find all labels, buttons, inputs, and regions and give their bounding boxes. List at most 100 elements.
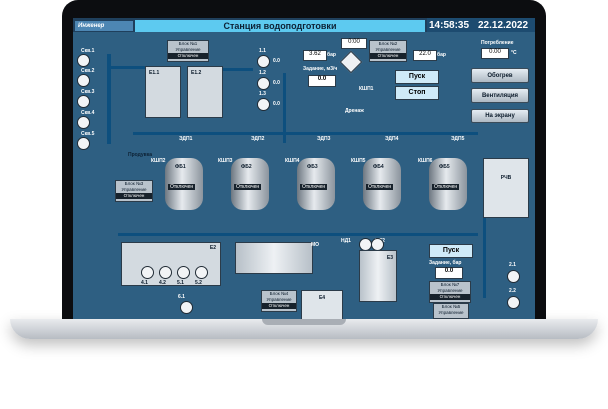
lower-setpoint-label: Задание, бар bbox=[429, 260, 462, 266]
start-button[interactable]: Пуск bbox=[395, 70, 439, 84]
pipe-lower-header bbox=[118, 233, 478, 236]
filter-e12[interactable]: Е1.2 bbox=[187, 66, 223, 118]
block5-mode: Управление bbox=[438, 310, 464, 315]
unit-e2[interactable]: Е2 bbox=[121, 242, 221, 286]
block2-info[interactable]: Блок №2 Управление Отключен bbox=[369, 40, 407, 62]
pump-5-1-label: 5.1 bbox=[177, 280, 184, 286]
pump-1-2-label: 1.2 bbox=[259, 70, 266, 76]
valve-kshp2-label: КШП2 bbox=[151, 158, 166, 164]
valve-edp3-label: ЭДП3 bbox=[317, 136, 331, 142]
to-screen-button[interactable]: На экрану bbox=[471, 109, 529, 123]
block7-info[interactable]: Блок №7 Управление Отключен bbox=[429, 281, 471, 303]
pump-4-2-icon[interactable] bbox=[159, 266, 172, 279]
lower-start-button[interactable]: Пуск bbox=[429, 244, 473, 258]
block3-info[interactable]: Блок №3 Управление Отключен bbox=[115, 180, 153, 202]
pipe-tank-header bbox=[133, 132, 478, 135]
membrane-unit-label: МО bbox=[311, 242, 320, 248]
pump-1-1-label: 1.1 bbox=[259, 48, 266, 54]
block1-info[interactable]: Блок №1 Управление Отключен bbox=[167, 40, 209, 62]
tank-fb5-state: Отключен bbox=[432, 184, 460, 190]
pump-5-1-icon[interactable] bbox=[177, 266, 190, 279]
page-title: Станция водоподготовки bbox=[223, 21, 337, 31]
valve-kshp3-label: КШП3 bbox=[218, 158, 233, 164]
valve-edp4-label: ЭДП4 bbox=[385, 136, 399, 142]
tank-rchv-label: РЧВ bbox=[500, 175, 512, 181]
pump-2-2-label: 2.2 bbox=[509, 288, 516, 294]
setpoint-label: Задание, м3/ч bbox=[303, 66, 338, 72]
block4-info[interactable]: Блок №4 Управление Отключен bbox=[261, 290, 297, 312]
pump-1-2-value: 0.0 bbox=[273, 80, 280, 86]
pump-1-3-icon[interactable] bbox=[257, 98, 270, 111]
well-pump-icon[interactable] bbox=[77, 137, 90, 150]
pump-6-1-icon[interactable] bbox=[180, 301, 193, 314]
tank-e3-label: Е3 bbox=[386, 255, 393, 261]
pump-4-1-icon[interactable] bbox=[141, 266, 154, 279]
tank-fb3-state: Отключен bbox=[300, 184, 328, 190]
block1-state: Отключен bbox=[168, 53, 208, 59]
pressure2-unit: бар bbox=[437, 52, 446, 58]
well-pump-icon[interactable] bbox=[77, 116, 90, 129]
block7-state: Отключен bbox=[430, 294, 470, 300]
pump-2-2-icon[interactable] bbox=[507, 296, 520, 309]
laptop-notch bbox=[262, 319, 346, 325]
pump-5-2-label: 5.2 bbox=[195, 280, 202, 286]
counter-display: 0:00 bbox=[341, 38, 367, 49]
consumption-unit: °С bbox=[511, 50, 517, 56]
pump-1-1-icon[interactable] bbox=[257, 55, 270, 68]
clock-time: 14:58:35 bbox=[429, 20, 470, 31]
tank-e3[interactable]: Е3 bbox=[359, 250, 397, 302]
pump-2-1-icon[interactable] bbox=[507, 270, 520, 283]
tank-fb4-label: ФБ4 bbox=[373, 164, 384, 170]
flowmeter-icon bbox=[339, 50, 363, 74]
pump-2-1-label: 2.1 bbox=[509, 262, 516, 268]
scada-screen: Инженер Станция водоподготовки 14:58:35 … bbox=[73, 18, 535, 319]
flow-unit: бар bbox=[327, 52, 336, 58]
pump-4-2-label: 4.2 bbox=[159, 280, 166, 286]
tank-fb5-label: ФБ5 bbox=[439, 164, 450, 170]
well-pump-icon[interactable] bbox=[77, 54, 90, 67]
filter-e11[interactable]: Е1.1 bbox=[145, 66, 181, 118]
valve-edp1-label: ЭДП1 bbox=[179, 136, 193, 142]
valve-edp2-label: ЭДП2 bbox=[251, 136, 265, 142]
pump-nd1-label: НД1 bbox=[341, 238, 351, 244]
tank-fb1-label: ФБ1 bbox=[175, 164, 186, 170]
block2-state: Отключен bbox=[370, 53, 406, 59]
tank-e4[interactable]: Е4 bbox=[301, 290, 343, 319]
wells-group: Скв.1 Скв.2 Скв.3 Скв.4 Скв.5 bbox=[75, 48, 109, 154]
lower-setpoint-input[interactable]: 0.0 bbox=[435, 267, 463, 279]
valve-kshp1-label: КШП1 bbox=[359, 86, 374, 92]
stop-button[interactable]: Стоп bbox=[395, 86, 439, 100]
consumption-label: Потребление bbox=[481, 40, 514, 46]
block4-state: Отключен bbox=[262, 303, 296, 309]
block5-info[interactable]: Блок №5 Управление bbox=[433, 303, 469, 319]
tank-e4-label: Е4 bbox=[318, 295, 326, 301]
clock-date: 22.12.2022 bbox=[478, 20, 529, 31]
ventilation-button[interactable]: Вентиляция bbox=[471, 88, 529, 103]
membrane-unit[interactable] bbox=[235, 242, 313, 274]
valve-kshp4-label: КШП4 bbox=[285, 158, 300, 164]
unit-e2-label: Е2 bbox=[209, 245, 216, 251]
user-role-badge[interactable]: Инженер bbox=[75, 21, 133, 31]
drain-label: Дренаж bbox=[345, 108, 364, 114]
pump-1-1-value: 0.0 bbox=[273, 58, 280, 64]
pump-1-3-value: 0.0 bbox=[273, 101, 280, 107]
well-pump-icon[interactable] bbox=[77, 74, 90, 87]
tank-rchv[interactable]: РЧВ bbox=[483, 158, 529, 218]
setpoint-input[interactable]: 0.0 bbox=[308, 75, 336, 87]
pump-1-3-label: 1.3 bbox=[259, 91, 266, 97]
well-pump-icon[interactable] bbox=[77, 95, 90, 108]
filter-e11-label: Е1.1 bbox=[149, 70, 160, 76]
flow-value: 3.62 bbox=[303, 50, 327, 61]
tank-fb1-state: Отключен bbox=[168, 184, 196, 190]
tank-fb3-label: ФБ3 bbox=[307, 164, 318, 170]
tank-fb2-label: ФБ2 bbox=[241, 164, 252, 170]
filter-e12-label: Е1.2 bbox=[191, 70, 202, 76]
pump-1-2-icon[interactable] bbox=[257, 77, 270, 90]
tank-fb2-state: Отключен bbox=[234, 184, 262, 190]
pressure2-value: 22.0 bbox=[413, 50, 437, 61]
pump-5-2-icon[interactable] bbox=[195, 266, 208, 279]
tank-fb4-state: Отключен bbox=[366, 184, 394, 190]
heating-button[interactable]: Обогрев bbox=[471, 68, 529, 83]
pump-4-1-label: 4.1 bbox=[141, 280, 148, 286]
purge-label-1: Продувка bbox=[128, 152, 153, 158]
